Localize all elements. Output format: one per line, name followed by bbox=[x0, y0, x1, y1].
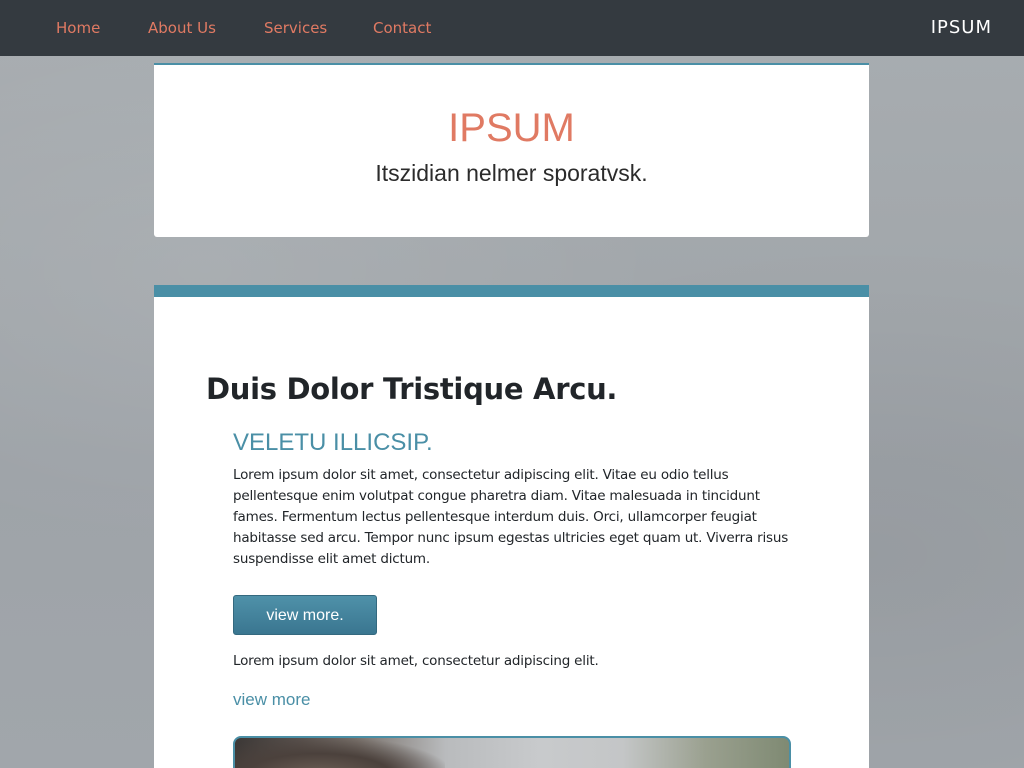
sub-heading: VELETU ILLICSIP. bbox=[233, 429, 433, 456]
feature-image bbox=[233, 736, 791, 768]
nav-link-services[interactable]: Services bbox=[264, 0, 327, 56]
top-navbar: Home About Us Services Contact IPSUM bbox=[0, 0, 1024, 56]
nav-link-home[interactable]: Home bbox=[56, 0, 100, 56]
feature-image-portrait bbox=[235, 738, 445, 768]
body-paragraph: Lorem ipsum dolor sit amet, consectetur … bbox=[233, 467, 789, 567]
view-more-link[interactable]: view more bbox=[233, 689, 310, 711]
card-accent-bar bbox=[154, 285, 869, 297]
nav-link-about-us[interactable]: About Us bbox=[148, 0, 216, 56]
header-card: IPSUM Itszidian nelmer sporatvsk. bbox=[154, 63, 869, 237]
short-paragraph: Lorem ipsum dolor sit amet, consectetur … bbox=[233, 653, 599, 669]
site-tagline: Itszidian nelmer sporatvsk. bbox=[375, 160, 648, 186]
main-content-card: Duis Dolor Tristique Arcu. VELETU ILLICS… bbox=[154, 285, 869, 768]
section-heading: Duis Dolor Tristique Arcu. bbox=[206, 372, 618, 406]
nav-link-contact[interactable]: Contact bbox=[373, 0, 431, 56]
brand-logo[interactable]: IPSUM bbox=[931, 0, 992, 56]
view-more-button[interactable]: view more. bbox=[233, 595, 377, 635]
site-title: IPSUM bbox=[448, 106, 575, 150]
